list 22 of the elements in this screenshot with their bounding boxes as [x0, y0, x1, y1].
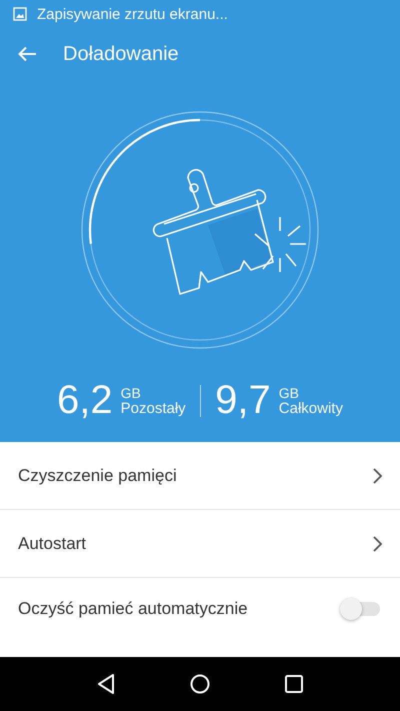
stat-value: 6,2: [57, 378, 113, 423]
chevron-icon: [373, 536, 382, 552]
recents-nav-icon[interactable]: [284, 675, 303, 693]
settings-row[interactable]: Czyszczenie pamięci: [0, 442, 400, 510]
row-label: Oczyść pamieć automatycznie: [18, 599, 248, 619]
stat-label: Całkowity: [278, 400, 343, 416]
back-nav-icon[interactable]: [97, 674, 116, 694]
stat-unit: GB: [278, 386, 300, 400]
row-label: Czyszczenie pamięci: [18, 466, 177, 486]
stat-unit: GB: [120, 386, 142, 400]
settings-row[interactable]: Autostart: [0, 510, 400, 578]
notification-text: Zapisywanie zrzutu ekranu...: [37, 6, 228, 22]
settings-row[interactable]: Oczyść pamieć automatycznie: [0, 578, 400, 640]
home-nav-icon[interactable]: [190, 674, 210, 694]
page-title: Doładowanie: [63, 42, 179, 66]
brush-icon: [152, 169, 307, 295]
stat-value: 9,7: [215, 378, 271, 423]
image-icon: [13, 7, 27, 21]
stat-label: Pozostały: [120, 400, 186, 416]
arrow-icon: [17, 46, 37, 62]
row-label: Autostart: [18, 534, 86, 554]
chevron-icon: [373, 468, 382, 484]
